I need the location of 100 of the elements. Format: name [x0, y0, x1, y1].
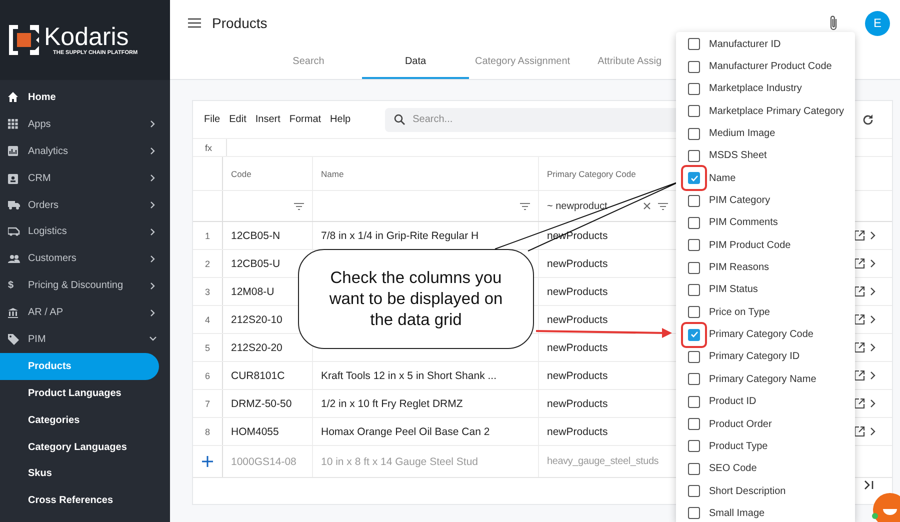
refresh-icon[interactable]: [862, 114, 874, 126]
checkbox[interactable]: [688, 150, 700, 162]
column-header[interactable]: Name: [321, 168, 344, 178]
filter-icon[interactable]: [658, 202, 668, 210]
menu-icon[interactable]: [188, 18, 201, 28]
column-option[interactable]: Short Description: [676, 480, 855, 502]
add-row-button[interactable]: [200, 454, 215, 469]
table-cell: newProducts: [547, 370, 608, 382]
chevron-icon[interactable]: [870, 287, 876, 296]
sidebar-item[interactable]: Home: [0, 84, 170, 111]
checkbox[interactable]: [688, 485, 700, 498]
column-header[interactable]: Primary Category Code: [547, 168, 636, 178]
clear-icon[interactable]: [643, 202, 651, 210]
open-external-icon[interactable]: [854, 286, 865, 297]
table-cell: 1/2 in x 10 ft Fry Reglet DRMZ: [321, 398, 463, 410]
last-page-icon[interactable]: [864, 480, 874, 490]
open-external-icon[interactable]: [854, 258, 865, 269]
table-cell: Homax Orange Peel Oil Base Can 2: [321, 426, 490, 438]
checkbox[interactable]: [688, 306, 700, 318]
open-external-icon[interactable]: [854, 426, 865, 437]
checkbox[interactable]: [688, 396, 700, 408]
checkbox[interactable]: [688, 216, 700, 229]
sidebar-subitem[interactable]: Category Languages: [0, 434, 159, 460]
table-cell: newProducts: [547, 426, 608, 438]
filter-value[interactable]: ~ newproduct: [547, 200, 608, 212]
sidebar-subitem[interactable]: Product Languages: [0, 380, 159, 407]
checkbox[interactable]: [688, 194, 700, 207]
chevron-icon[interactable]: [870, 315, 876, 324]
checkbox[interactable]: [688, 462, 700, 475]
sidebar-item[interactable]: Analytics: [0, 138, 170, 165]
checkbox[interactable]: [688, 172, 700, 184]
chevron-icon[interactable]: [870, 399, 876, 408]
column-option[interactable]: PIM Category: [676, 189, 855, 212]
paperclip-icon[interactable]: [829, 15, 838, 31]
checkbox[interactable]: [688, 105, 700, 118]
checkbox[interactable]: [688, 60, 700, 73]
column-option[interactable]: MSDS Sheet: [676, 144, 855, 168]
checkbox[interactable]: [688, 350, 700, 363]
menu-item[interactable]: Edit: [229, 114, 246, 125]
column-option[interactable]: Product ID: [676, 390, 855, 413]
column-option[interactable]: PIM Product Code: [676, 234, 855, 256]
column-option[interactable]: PIM Status: [676, 278, 855, 302]
bank-icon: [8, 308, 18, 318]
chevron-icon[interactable]: [870, 343, 876, 352]
grid-icon: [8, 119, 18, 130]
checkbox[interactable]: [688, 440, 700, 452]
checkbox[interactable]: [688, 507, 700, 520]
checkbox[interactable]: [688, 262, 700, 274]
column-option[interactable]: Product Order: [676, 412, 855, 436]
sidebar-subitem[interactable]: Categories: [0, 406, 159, 434]
column-option[interactable]: Primary Category Name: [676, 368, 855, 390]
sidebar-subitem[interactable]: Skus: [0, 460, 159, 488]
column-header[interactable]: Code: [231, 168, 252, 178]
sidebar-item[interactable]: Logistics: [0, 218, 170, 246]
menu-item[interactable]: File: [204, 114, 220, 125]
filter-icon[interactable]: [520, 202, 530, 210]
sidebar-item[interactable]: $ Pricing & Discounting: [0, 272, 170, 300]
sidebar-item[interactable]: AR / AP: [0, 299, 170, 326]
open-external-icon[interactable]: [854, 230, 865, 241]
sidebar-item[interactable]: Orders: [0, 192, 170, 218]
column-option[interactable]: Name: [676, 167, 855, 190]
column-option[interactable]: Small Image: [676, 502, 855, 522]
chevron-icon[interactable]: [870, 231, 876, 240]
checkbox[interactable]: [688, 82, 700, 95]
open-external-icon[interactable]: [854, 370, 865, 381]
tab[interactable]: Category Assignment: [469, 46, 576, 79]
filter-icon[interactable]: [294, 202, 304, 210]
chart-icon: [8, 146, 18, 156]
open-external-icon[interactable]: [854, 398, 865, 409]
checkbox[interactable]: [688, 373, 700, 386]
column-option[interactable]: SEO Code: [676, 458, 855, 480]
checkbox[interactable]: [688, 418, 700, 430]
tab[interactable]: Search: [255, 46, 362, 79]
sidebar-item[interactable]: PIM: [0, 326, 170, 353]
open-external-icon[interactable]: [854, 314, 865, 325]
column-option[interactable]: PIM Reasons: [676, 256, 855, 279]
sidebar-item[interactable]: Apps: [0, 110, 170, 138]
checkbox[interactable]: [688, 328, 700, 341]
sidebar-item[interactable]: CRM: [0, 164, 170, 192]
menu-item[interactable]: Help: [330, 114, 351, 125]
checkbox[interactable]: [688, 38, 700, 50]
column-option[interactable]: Price on Type: [676, 301, 855, 324]
checkbox[interactable]: [688, 284, 700, 296]
sidebar-subitem[interactable]: Cross References: [0, 487, 159, 514]
chevron-icon[interactable]: [870, 259, 876, 268]
checkbox[interactable]: [688, 239, 700, 252]
menu-item[interactable]: Format: [289, 114, 322, 125]
column-option[interactable]: Marketplace Industry: [676, 78, 855, 100]
chevron-icon[interactable]: [870, 371, 876, 380]
column-option[interactable]: Product Type: [676, 435, 855, 458]
column-option[interactable]: Primary Category ID: [676, 346, 855, 368]
sidebar-item[interactable]: Customers: [0, 245, 170, 272]
chevron-icon[interactable]: [870, 427, 876, 436]
column-option[interactable]: Primary Category Code: [676, 323, 855, 346]
table-cell: newProducts: [547, 398, 608, 410]
tab[interactable]: Data: [362, 46, 469, 79]
column-option[interactable]: PIM Comments: [676, 212, 855, 234]
open-external-icon[interactable]: [854, 342, 865, 353]
checkbox[interactable]: [688, 128, 700, 140]
menu-item[interactable]: Insert: [255, 114, 280, 125]
